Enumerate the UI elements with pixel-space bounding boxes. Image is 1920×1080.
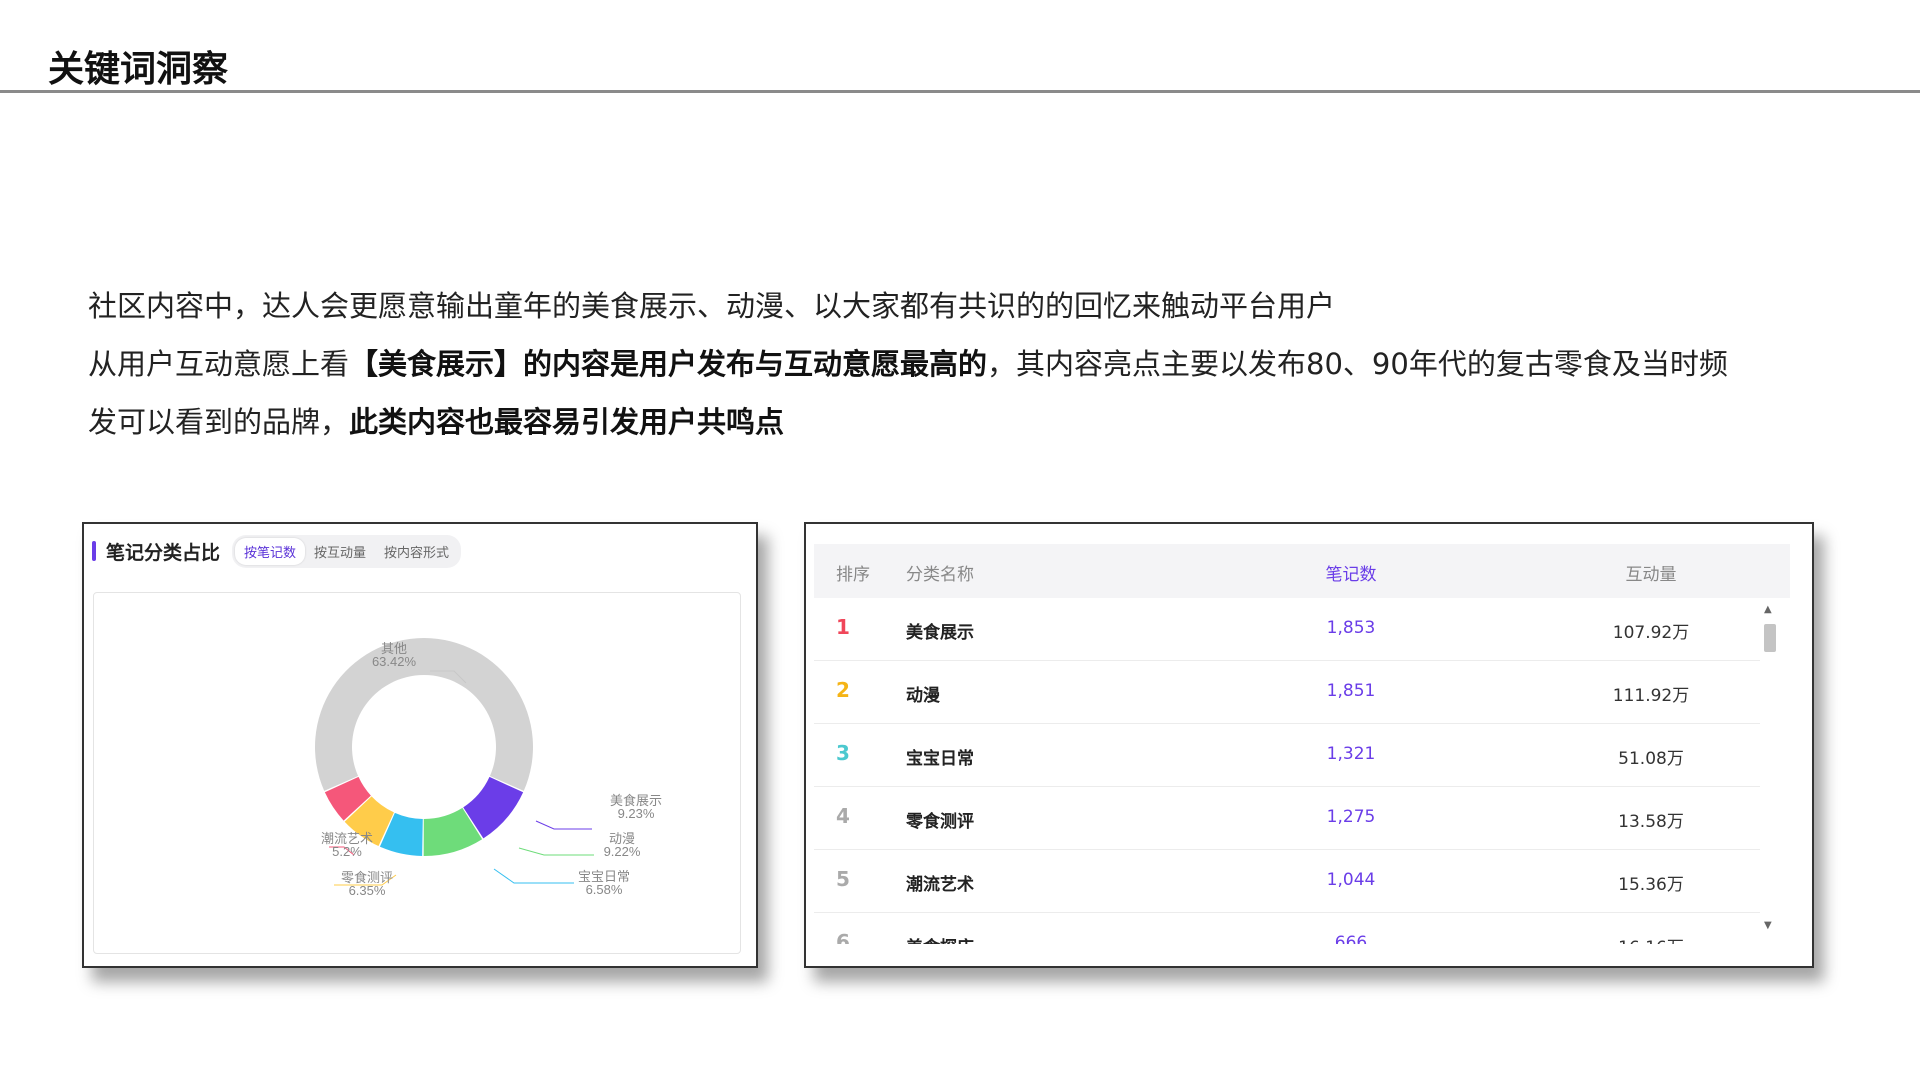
slice-value-label: 9.22% bbox=[604, 844, 641, 859]
row-rank: 6 bbox=[836, 930, 850, 944]
slice-leader-line bbox=[493, 868, 574, 884]
slice-value-label: 9.23% bbox=[618, 806, 655, 821]
row-rank: 5 bbox=[836, 867, 850, 891]
row-notes: 1,853 bbox=[1326, 618, 1376, 638]
row-interactions: 51.08万 bbox=[1618, 749, 1684, 769]
row-category: 美食展示 bbox=[906, 623, 974, 643]
row-rank: 1 bbox=[836, 615, 850, 639]
row-interactions: 13.58万 bbox=[1618, 812, 1684, 832]
header-interactions[interactable]: 互动量 bbox=[1601, 560, 1701, 585]
title-divider bbox=[0, 90, 1920, 93]
slice-leader-line bbox=[535, 820, 592, 830]
paragraph-line-3-emphasis: 此类内容也最容易引发用户共鸣点 bbox=[349, 405, 785, 439]
table-scrollbar[interactable]: ▲ ▼ bbox=[1760, 604, 1780, 938]
row-category: 动漫 bbox=[906, 686, 940, 706]
row-interactions: 107.92万 bbox=[1612, 623, 1690, 643]
table-row[interactable]: 3 宝宝日常 1,321 51.08万 bbox=[814, 724, 1760, 787]
scroll-down-icon[interactable]: ▼ bbox=[1764, 920, 1772, 931]
row-interactions: 15.36万 bbox=[1618, 875, 1684, 895]
table-row[interactable]: 1 美食展示 1,853 107.92万 bbox=[814, 598, 1760, 661]
slice-value-label: 6.35% bbox=[349, 883, 386, 898]
header-notes[interactable]: 笔记数 bbox=[1301, 560, 1401, 585]
paragraph-line-3-a: 发可以看到的品牌， bbox=[88, 405, 350, 439]
insight-paragraph: 社区内容中，达人会更愿意输出童年的美食展示、动漫、以大家都有共识的的回忆来触动平… bbox=[88, 277, 1908, 451]
category-ranking-card: 排序 分类名称 笔记数 互动量 1 美食展示 1,853 107.92万 2 动… bbox=[804, 522, 1814, 968]
metric-switch: 按笔记数 按互动量 按内容形式 bbox=[232, 534, 462, 568]
title-accent-bar bbox=[92, 541, 96, 561]
paragraph-line-3: 发可以看到的品牌，此类内容也最容易引发用户共鸣点 bbox=[88, 393, 1908, 451]
tab-by-content-format[interactable]: 按内容形式 bbox=[375, 538, 458, 565]
table-body: 1 美食展示 1,853 107.92万 2 动漫 1,851 111.92万 … bbox=[806, 598, 1766, 944]
row-category: 零食测评 bbox=[906, 812, 974, 832]
page-title: 关键词洞察 bbox=[48, 49, 229, 90]
row-notes: 1,044 bbox=[1326, 870, 1376, 890]
paragraph-line-2-emphasis: 【美食展示】的内容是用户发布与互动意愿最高的 bbox=[349, 347, 988, 381]
table-row[interactable]: 6 美食探店 666 16.16万 bbox=[814, 913, 1760, 944]
donut-chart-area: 其他 63.42% 美食展示 9.23% 动漫 9.22% 宝宝日常 6.58% 零食测评 6.3… bbox=[93, 592, 741, 954]
header-rank[interactable]: 排序 bbox=[836, 560, 870, 585]
row-notes: 1,321 bbox=[1326, 744, 1376, 764]
header-category[interactable]: 分类名称 bbox=[906, 560, 974, 585]
paragraph-line-1: 社区内容中，达人会更愿意输出童年的美食展示、动漫、以大家都有共识的的回忆来触动平… bbox=[88, 289, 1336, 323]
paragraph-line-2-c: ，其内容亮点主要以发布80、90年代的复古零食及当时频 bbox=[987, 347, 1728, 381]
row-notes: 1,275 bbox=[1326, 807, 1376, 827]
tab-by-interactions[interactable]: 按互动量 bbox=[305, 538, 375, 565]
row-category: 宝宝日常 bbox=[906, 749, 974, 769]
row-interactions: 16.16万 bbox=[1601, 933, 1701, 944]
table-row[interactable]: 2 动漫 1,851 111.92万 bbox=[814, 661, 1760, 724]
table-row[interactable]: 5 潮流艺术 1,044 15.36万 bbox=[814, 850, 1760, 913]
slice-leader-line bbox=[518, 847, 594, 856]
donut-chart: 其他63.42%美食展示9.23%动漫9.22%宝宝日常6.58%零食测评6.3… bbox=[314, 638, 662, 898]
table-row[interactable]: 4 零食测评 1,275 13.58万 bbox=[814, 787, 1760, 850]
category-share-title: 笔记分类占比 bbox=[106, 541, 221, 564]
paragraph-line-2: 从用户互动意愿上看【美食展示】的内容是用户发布与互动意愿最高的，其内容亮点主要以… bbox=[88, 335, 1908, 393]
row-notes: 666 bbox=[1334, 933, 1368, 944]
slice-value-label: 5.2% bbox=[332, 844, 362, 859]
slice-value-label: 63.42% bbox=[372, 654, 417, 669]
donut-slice[interactable] bbox=[314, 638, 533, 791]
row-rank: 2 bbox=[836, 678, 850, 702]
category-share-card: 笔记分类占比 按笔记数 按互动量 按内容形式 其他 63.42% 美食展示 9.23%… bbox=[82, 522, 758, 968]
table-header: 排序 分类名称 笔记数 互动量 bbox=[814, 544, 1790, 598]
category-share-header: 笔记分类占比 按笔记数 按互动量 按内容形式 bbox=[92, 534, 462, 568]
slice-value-label: 6.58% bbox=[586, 882, 623, 897]
row-interactions: 111.92万 bbox=[1612, 686, 1690, 706]
row-rank: 3 bbox=[836, 741, 850, 765]
scroll-up-icon[interactable]: ▲ bbox=[1764, 604, 1772, 615]
row-notes: 1,851 bbox=[1326, 681, 1376, 701]
tab-by-notes[interactable]: 按笔记数 bbox=[235, 537, 306, 565]
row-category: 潮流艺术 bbox=[906, 875, 974, 895]
row-category: 美食探店 bbox=[906, 933, 974, 944]
scroll-thumb[interactable] bbox=[1764, 624, 1776, 652]
paragraph-line-2-a: 从用户互动意愿上看 bbox=[88, 347, 350, 381]
row-rank: 4 bbox=[836, 804, 850, 828]
